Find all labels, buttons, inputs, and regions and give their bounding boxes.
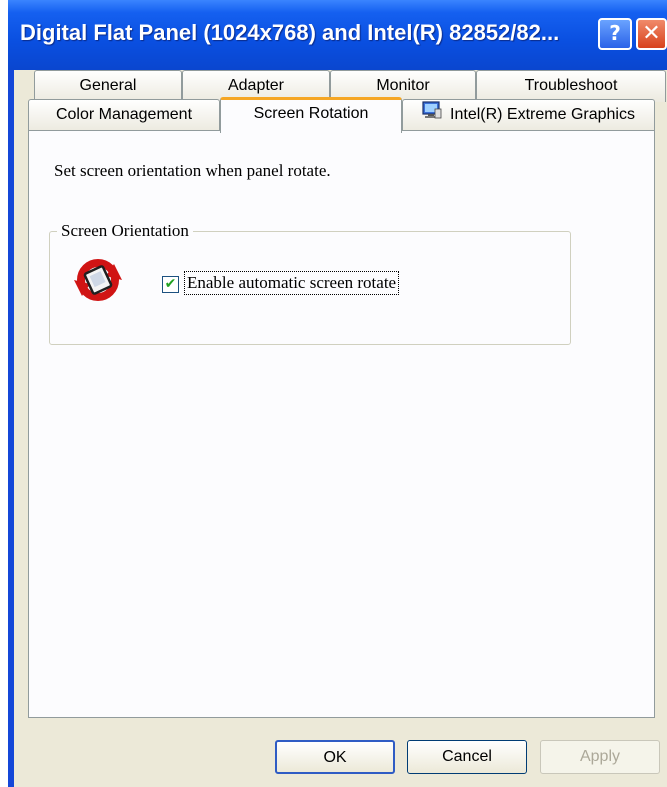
tab-intel-label: Intel(R) Extreme Graphics — [450, 106, 635, 124]
tab-panel — [28, 130, 655, 718]
tab-screen-rotation[interactable]: Screen Rotation — [220, 97, 402, 133]
dialog-client-area: General Adapter Monitor Troubleshoot Col… — [14, 70, 667, 787]
instruction-text: Set screen orientation when panel rotate… — [54, 161, 331, 180]
ok-button[interactable]: OK — [275, 740, 395, 774]
tab-color-management[interactable]: Color Management — [28, 99, 220, 131]
window-title: Digital Flat Panel (1024x768) and Intel(… — [20, 20, 560, 45]
help-button[interactable]: ? — [598, 18, 632, 50]
tab-intel-extreme-graphics[interactable]: Intel(R) Extreme Graphics — [402, 99, 655, 131]
close-button[interactable]: ✕ — [636, 18, 667, 50]
cancel-button[interactable]: Cancel — [407, 740, 527, 774]
tab-troubleshoot[interactable]: Troubleshoot — [476, 70, 666, 102]
screen-rotation-icon — [72, 254, 124, 311]
apply-button[interactable]: Apply — [540, 740, 660, 774]
title-bar[interactable]: Digital Flat Panel (1024x768) and Intel(… — [8, 0, 667, 70]
auto-rotate-label[interactable]: Enable automatic screen rotate — [184, 271, 400, 295]
monitor-graphics-icon — [422, 100, 442, 130]
tab-general[interactable]: General — [34, 70, 182, 102]
dialog-window: Digital Flat Panel (1024x768) and Intel(… — [8, 0, 667, 787]
auto-rotate-checkbox[interactable]: ✔ — [162, 276, 179, 293]
group-label: Screen Orientation — [57, 221, 193, 241]
